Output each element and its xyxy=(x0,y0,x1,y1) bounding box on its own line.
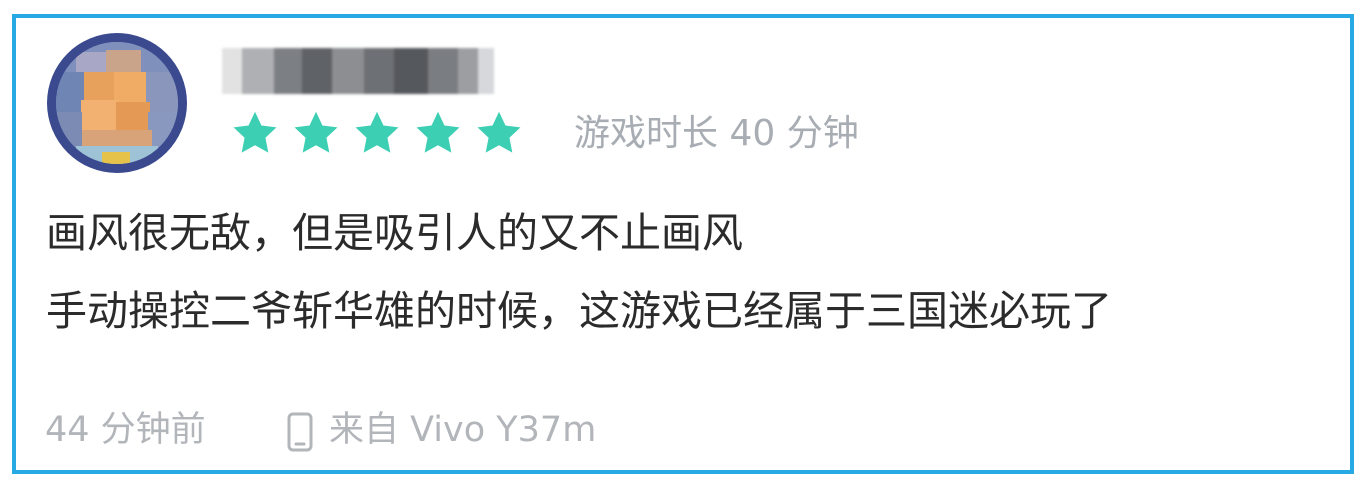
post-time: 44 分钟前 xyxy=(45,410,206,450)
star-icon xyxy=(294,111,338,153)
star-icon xyxy=(477,111,521,153)
star-rating xyxy=(230,108,524,158)
username-blurred[interactable] xyxy=(222,48,494,94)
review-card: 游戏时长 40 分钟 画风很无敌，但是吸引人的又不止画风 手动操控二爷斩华雄的时… xyxy=(12,14,1354,474)
playtime-label: 游戏时长 40 分钟 xyxy=(574,113,859,154)
review-text-line: 手动操控二爷斩华雄的时候，这游戏已经属于三国迷必玩了 xyxy=(46,287,1112,335)
star-icon xyxy=(416,111,460,153)
avatar[interactable] xyxy=(47,33,187,173)
phone-icon xyxy=(283,412,317,452)
avatar-image xyxy=(56,42,178,164)
device-label: 来自 Vivo Y37m xyxy=(329,410,597,450)
review-text-line: 画风很无敌，但是吸引人的又不止画风 xyxy=(46,209,743,257)
star-icon xyxy=(233,111,277,153)
star-icon xyxy=(355,111,399,153)
